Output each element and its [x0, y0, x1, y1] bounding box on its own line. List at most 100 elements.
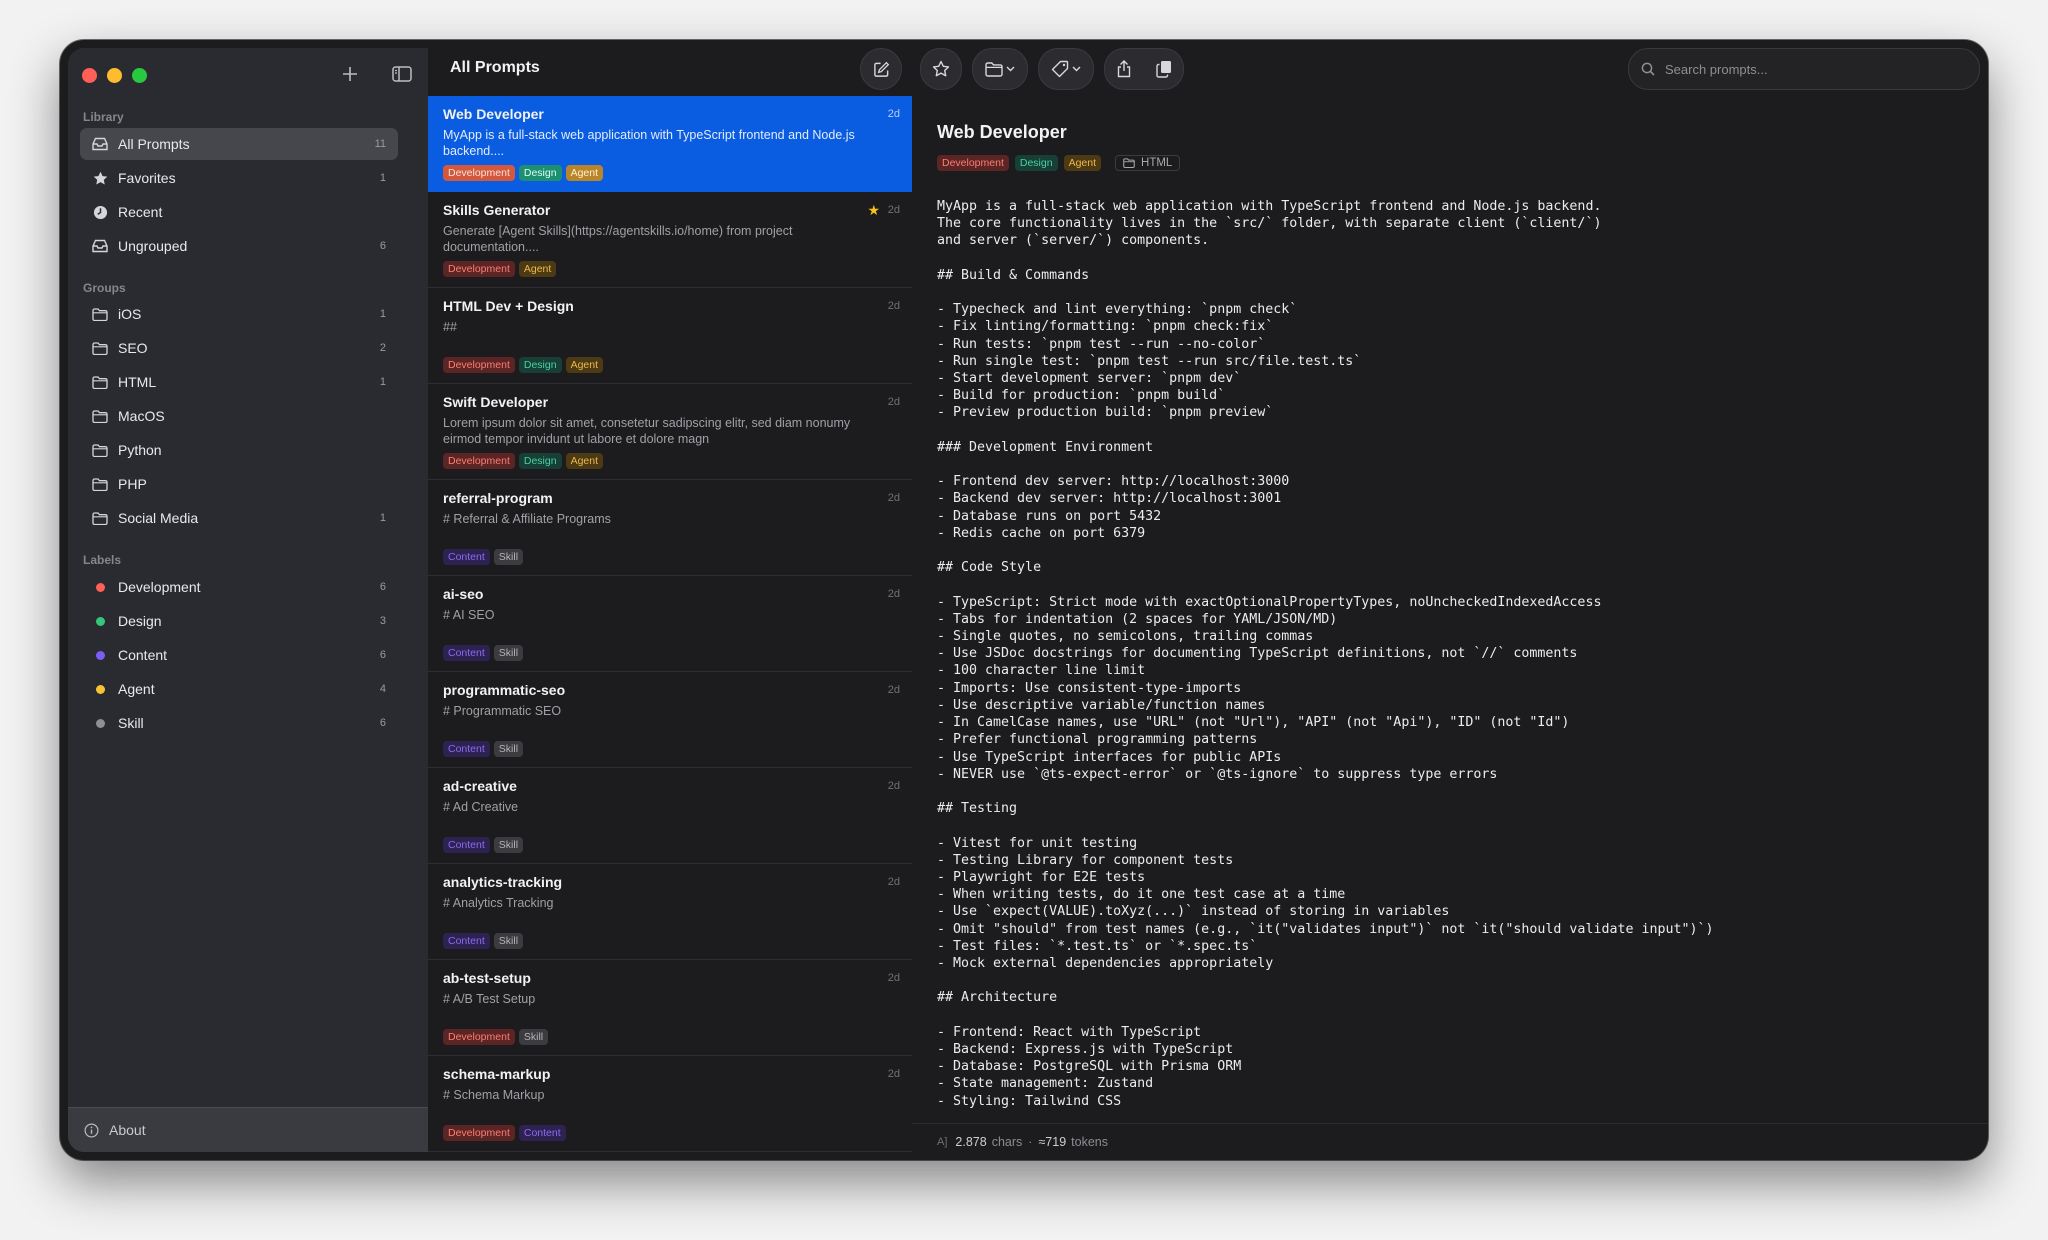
sidebar-item-group-macos[interactable]: MacOS [80, 400, 398, 432]
sidebar-item-count: 1 [379, 308, 386, 320]
prompt-list-item[interactable]: ai-seo 2d # AI SEO Content Skill [428, 576, 912, 672]
prompt-item-age: 2d [887, 108, 900, 120]
prompt-list-item[interactable]: schema-markup 2d # Schema Markup Developmen… [428, 1056, 912, 1152]
sidebar-item-group-php[interactable]: PHP [80, 468, 398, 500]
label-dot-icon [90, 616, 110, 626]
token-count-label: tokens [1071, 1135, 1108, 1149]
char-count-label: chars [991, 1135, 1023, 1149]
tag-development: Development [443, 357, 515, 373]
sidebar-item-label-design[interactable]: Design 3 [80, 605, 398, 637]
label-dot-icon [90, 684, 110, 694]
folder-icon [90, 477, 110, 491]
tag-development: Development [443, 165, 515, 181]
tag-agent[interactable]: Agent [1063, 155, 1102, 171]
prompt-item-tags: Development Content [443, 1125, 566, 1141]
sidebar-item-all-prompts[interactable]: All Prompts 11 [80, 128, 398, 160]
plus-icon [343, 67, 357, 81]
prompt-item-description: # Schema Markup [443, 1088, 545, 1102]
prompt-item-description: ## [443, 320, 457, 334]
sidebar-item-group-ios[interactable]: iOS 1 [80, 298, 398, 330]
favorite-star-icon: ★ [867, 202, 880, 218]
prompt-item-description: # A/B Test Setup [443, 992, 536, 1006]
toggle-sidebar-button[interactable] [388, 60, 416, 88]
prompt-item-age: 2d [887, 588, 900, 600]
tag-design[interactable]: Design [1014, 155, 1058, 171]
sidebar-item-group-python[interactable]: Python [80, 434, 398, 466]
prompt-list-item[interactable]: analytics-tracking 2d # Analytics Tracking… [428, 864, 912, 960]
sidebar-item-count: 6 [379, 581, 386, 593]
prompt-content-editor[interactable]: MyApp is a full-stack web application wi… [937, 198, 1967, 1110]
sidebar-item-count: 1 [379, 512, 386, 524]
groups-section-label: Groups [83, 281, 126, 295]
prompt-item-age: 2d [887, 300, 900, 312]
tag-skill: Skill [493, 645, 524, 661]
prompt-item-tags: Content Skill [443, 549, 524, 565]
sidebar-item-group-social-media[interactable]: Social Media 1 [80, 502, 398, 534]
prompt-list-item[interactable]: Skills Generator ★ 2d Generate [Agent Skill… [428, 192, 912, 288]
sidebar: Library All Prompts 11 Favorites 1 Recen… [68, 48, 429, 1152]
add-prompt-button[interactable] [336, 60, 364, 88]
sidebar-item-group-html[interactable]: HTML 1 [80, 366, 398, 398]
sidebar-item-label: PHP [118, 476, 147, 492]
sidebar-item-label: Ungrouped [118, 238, 188, 254]
move-to-group-menu[interactable] [972, 48, 1028, 90]
copy-button[interactable] [1156, 60, 1172, 78]
tag-design: Design [518, 165, 562, 181]
clock-icon [90, 205, 110, 220]
tag-skill: Skill [493, 741, 524, 757]
prompt-list-item[interactable]: programmatic-seo 2d # Programmatic SEO Cont… [428, 672, 912, 768]
inbox-icon [90, 239, 110, 253]
content-dot-icon [95, 650, 105, 660]
tag-agent: Agent [565, 165, 604, 181]
sidebar-item-ungrouped[interactable]: Ungrouped 6 [80, 230, 398, 262]
about-button[interactable]: About [68, 1107, 428, 1152]
minimize-window-button[interactable] [107, 68, 122, 83]
prompt-item-title: Skills Generator [443, 202, 551, 218]
prompt-list-item[interactable]: HTML Dev + Design 2d ## Development Design Ag… [428, 288, 912, 384]
sidebar-item-label: MacOS [118, 408, 165, 424]
sidebar-item-label: Design [118, 613, 162, 629]
tag-development[interactable]: Development [937, 155, 1009, 171]
label-dot-icon [90, 650, 110, 660]
folder-icon [90, 409, 110, 423]
sidebar-item-label: Favorites [118, 170, 176, 186]
tag-content: Content [518, 1125, 566, 1141]
zoom-window-button[interactable] [132, 68, 147, 83]
favorite-button[interactable] [920, 48, 962, 90]
search-input[interactable] [1663, 60, 1957, 78]
prompt-list-item[interactable]: ab-test-setup 2d # A/B Test Setup Developme… [428, 960, 912, 1056]
prompt-list-item[interactable]: ad-creative 2d # Ad Creative Content Skill [428, 768, 912, 864]
text-count-icon: A] [937, 1136, 948, 1148]
labels-menu[interactable] [1038, 48, 1094, 90]
search-field[interactable] [1628, 48, 1980, 90]
labels-section-label: Labels [83, 553, 122, 567]
sidebar-item-count: 2 [379, 342, 386, 354]
skill-dot-icon [95, 718, 105, 728]
copy-icon [1156, 61, 1172, 78]
sidebar-item-group-seo[interactable]: SEO 2 [80, 332, 398, 364]
sidebar-item-label: Recent [118, 204, 163, 220]
sidebar-item-count: 6 [379, 240, 386, 252]
close-window-button[interactable] [82, 68, 97, 83]
group-chip[interactable]: HTML [1115, 155, 1181, 171]
sidebar-item-label-development[interactable]: Development 6 [80, 571, 398, 603]
sidebar-item-label-agent[interactable]: Agent 4 [80, 673, 398, 705]
token-count: ≈719 [1038, 1135, 1067, 1149]
sidebar-item-recent[interactable]: Recent [80, 196, 398, 228]
sidebar-item-label-content[interactable]: Content 6 [80, 639, 398, 671]
new-prompt-button[interactable] [860, 48, 902, 90]
tag-skill: Skill [493, 837, 524, 853]
prompt-item-description: MyApp is a full-stack web application wi… [443, 128, 855, 158]
prompt-item-tags: Content Skill [443, 837, 524, 853]
prompt-list-item[interactable]: referral-program 2d # Referral & Affiliate… [428, 480, 912, 576]
prompt-list-item[interactable]: Web Developer 2d MyApp is a full-stack web… [428, 96, 912, 192]
sidebar-item-label-skill[interactable]: Skill 6 [80, 707, 398, 739]
prompt-item-tags: Content Skill [443, 741, 524, 757]
prompt-item-age: 2d [887, 876, 900, 888]
sidebar-item-favorites[interactable]: Favorites 1 [80, 162, 398, 194]
prompt-list-item[interactable]: Swift Developer 2d Lorem ipsum dolor sit a… [428, 384, 912, 480]
prompt-item-title: referral-program [443, 490, 553, 506]
design-dot-icon [95, 616, 105, 626]
sidebar-item-label: Skill [118, 715, 144, 731]
share-button[interactable] [1116, 60, 1132, 78]
